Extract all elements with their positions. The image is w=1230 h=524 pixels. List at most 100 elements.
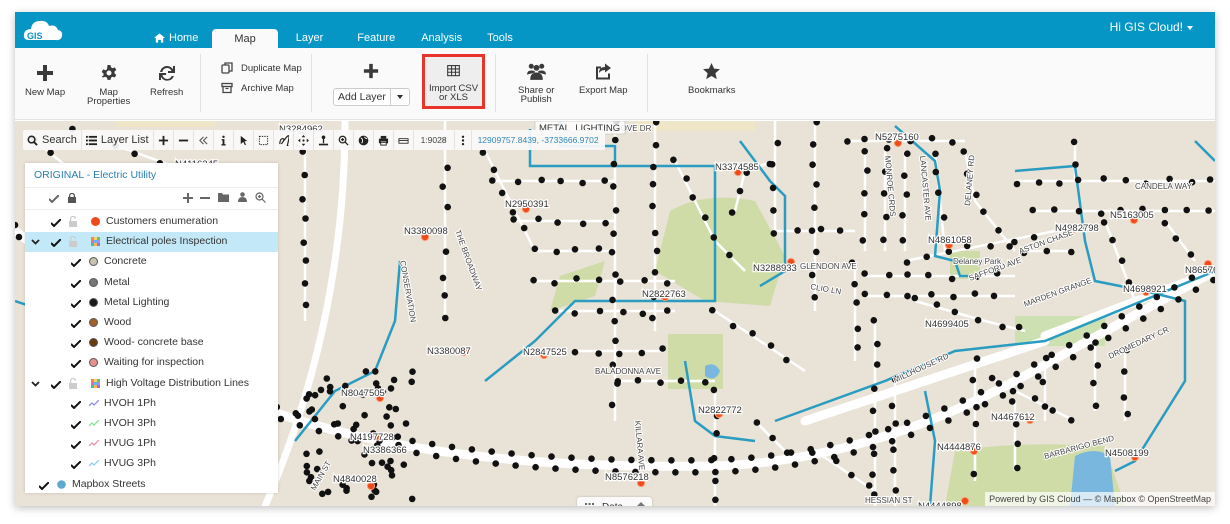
archive-map-button[interactable]: Archive Map bbox=[221, 82, 294, 94]
attribution-text[interactable]: Powered by GIS Cloud — © Mapbox © OpenSt… bbox=[989, 494, 1211, 504]
pole-point[interactable] bbox=[1118, 257, 1126, 264]
pole-point[interactable] bbox=[980, 208, 987, 215]
layer-row[interactable]: Mapbox Streets bbox=[25, 475, 278, 495]
pole-point[interactable] bbox=[531, 245, 539, 253]
pole-point[interactable] bbox=[831, 453, 838, 461]
pole-point[interactable] bbox=[710, 386, 718, 394]
pole-point[interactable] bbox=[1206, 176, 1214, 183]
pole-point[interactable] bbox=[817, 225, 825, 233]
pole-point[interactable] bbox=[846, 437, 853, 444]
pole-point[interactable] bbox=[301, 171, 309, 179]
pole-point[interactable] bbox=[928, 291, 935, 298]
pole-point[interactable] bbox=[390, 376, 398, 384]
pole-point[interactable] bbox=[1069, 353, 1077, 361]
pole-point[interactable] bbox=[1118, 313, 1126, 320]
pole-point[interactable] bbox=[372, 488, 380, 496]
pole-point[interactable] bbox=[1187, 251, 1195, 258]
pole-point[interactable] bbox=[851, 280, 858, 288]
pole-point[interactable] bbox=[1068, 248, 1075, 256]
pole-point[interactable] bbox=[596, 307, 604, 315]
pole-point[interactable] bbox=[15, 233, 23, 241]
pole-point[interactable] bbox=[1161, 219, 1169, 227]
pole-point[interactable] bbox=[1140, 315, 1147, 322]
info-tool-button[interactable] bbox=[214, 130, 234, 150]
pole-point[interactable] bbox=[911, 294, 919, 302]
pole-point[interactable] bbox=[444, 203, 452, 211]
pole-point[interactable] bbox=[668, 457, 675, 464]
pole-point[interactable] bbox=[945, 417, 952, 424]
pole-point[interactable] bbox=[670, 156, 677, 164]
pole-point[interactable] bbox=[448, 443, 456, 451]
pole-point[interactable] bbox=[571, 246, 579, 253]
pole-point[interactable] bbox=[595, 276, 603, 284]
pole-point[interactable] bbox=[972, 420, 980, 428]
pole-point[interactable] bbox=[712, 496, 719, 504]
pole-point[interactable] bbox=[749, 330, 756, 337]
pole-point[interactable] bbox=[315, 427, 323, 435]
pole-point[interactable] bbox=[553, 248, 560, 256]
pole-point[interactable] bbox=[1065, 341, 1073, 349]
pole-point[interactable] bbox=[1161, 206, 1169, 214]
pole-point[interactable] bbox=[653, 247, 661, 255]
pole-point[interactable] bbox=[641, 277, 648, 284]
pole-point[interactable] bbox=[713, 430, 720, 437]
pole-point[interactable] bbox=[890, 446, 897, 454]
pole-point[interactable] bbox=[535, 215, 542, 223]
pole-point[interactable] bbox=[634, 377, 642, 384]
pole-point[interactable] bbox=[557, 177, 564, 185]
layer-row[interactable]: HVUG 1Ph bbox=[25, 434, 278, 454]
pole-point[interactable] bbox=[551, 307, 559, 314]
pole-point[interactable] bbox=[813, 181, 820, 188]
pole-point[interactable] bbox=[649, 202, 656, 210]
pole-point[interactable] bbox=[809, 161, 816, 168]
new-map-button[interactable]: New Map bbox=[25, 64, 65, 97]
pole-point[interactable] bbox=[809, 141, 817, 148]
pole-point[interactable] bbox=[498, 189, 506, 197]
pole-point[interactable] bbox=[1121, 368, 1128, 375]
pole-point[interactable] bbox=[609, 296, 616, 304]
pole-point[interactable] bbox=[1094, 362, 1102, 369]
pole-point[interactable] bbox=[1157, 305, 1165, 313]
pole-point[interactable] bbox=[520, 224, 528, 232]
pole-point[interactable] bbox=[808, 227, 816, 234]
pole-point[interactable] bbox=[884, 425, 892, 433]
pole-point[interactable] bbox=[302, 301, 310, 309]
pole-point[interactable] bbox=[387, 422, 395, 429]
pole-point[interactable] bbox=[652, 141, 660, 149]
add-layer-plus-icon[interactable] bbox=[363, 63, 379, 79]
pole-point[interactable] bbox=[886, 271, 893, 279]
visibility-checkbox[interactable] bbox=[70, 278, 82, 291]
pole-point[interactable] bbox=[907, 431, 915, 439]
visibility-checkbox[interactable] bbox=[50, 218, 62, 230]
pole-point[interactable] bbox=[479, 149, 487, 156]
pole-point[interactable] bbox=[1029, 206, 1036, 214]
pole-point[interactable] bbox=[386, 404, 393, 411]
zoom-out-button[interactable] bbox=[174, 130, 194, 150]
pole-point[interactable] bbox=[610, 230, 617, 237]
pole-point[interactable] bbox=[1031, 395, 1039, 402]
pole-point[interactable] bbox=[300, 239, 308, 246]
pole-point[interactable] bbox=[488, 448, 496, 455]
pole-point[interactable] bbox=[1056, 180, 1063, 187]
pole-point[interactable] bbox=[1068, 417, 1075, 424]
pole-point[interactable] bbox=[871, 385, 878, 393]
pole-point[interactable] bbox=[708, 456, 715, 464]
pole-point[interactable] bbox=[301, 280, 309, 287]
pole-point[interactable] bbox=[1039, 378, 1047, 386]
pole-point[interactable] bbox=[413, 449, 420, 457]
pole-point[interactable] bbox=[1122, 176, 1130, 184]
pole-point[interactable] bbox=[1014, 440, 1021, 448]
pole-point[interactable] bbox=[683, 175, 690, 182]
pole-point[interactable] bbox=[1074, 176, 1082, 184]
import-csv-xls-button[interactable]: Import CSV or XLS bbox=[425, 64, 482, 102]
pole-point[interactable] bbox=[302, 257, 310, 264]
pole-point[interactable] bbox=[712, 477, 719, 485]
pole-point[interactable] bbox=[973, 355, 981, 362]
pole-point[interactable] bbox=[651, 269, 659, 276]
layer-row[interactable]: Electrical poles Inspection bbox=[25, 232, 278, 253]
pole-point[interactable] bbox=[323, 375, 331, 382]
pole-point[interactable] bbox=[903, 419, 911, 427]
more-options-button[interactable] bbox=[455, 130, 472, 150]
pole-point[interactable] bbox=[387, 457, 394, 465]
pole-point[interactable] bbox=[394, 433, 402, 441]
